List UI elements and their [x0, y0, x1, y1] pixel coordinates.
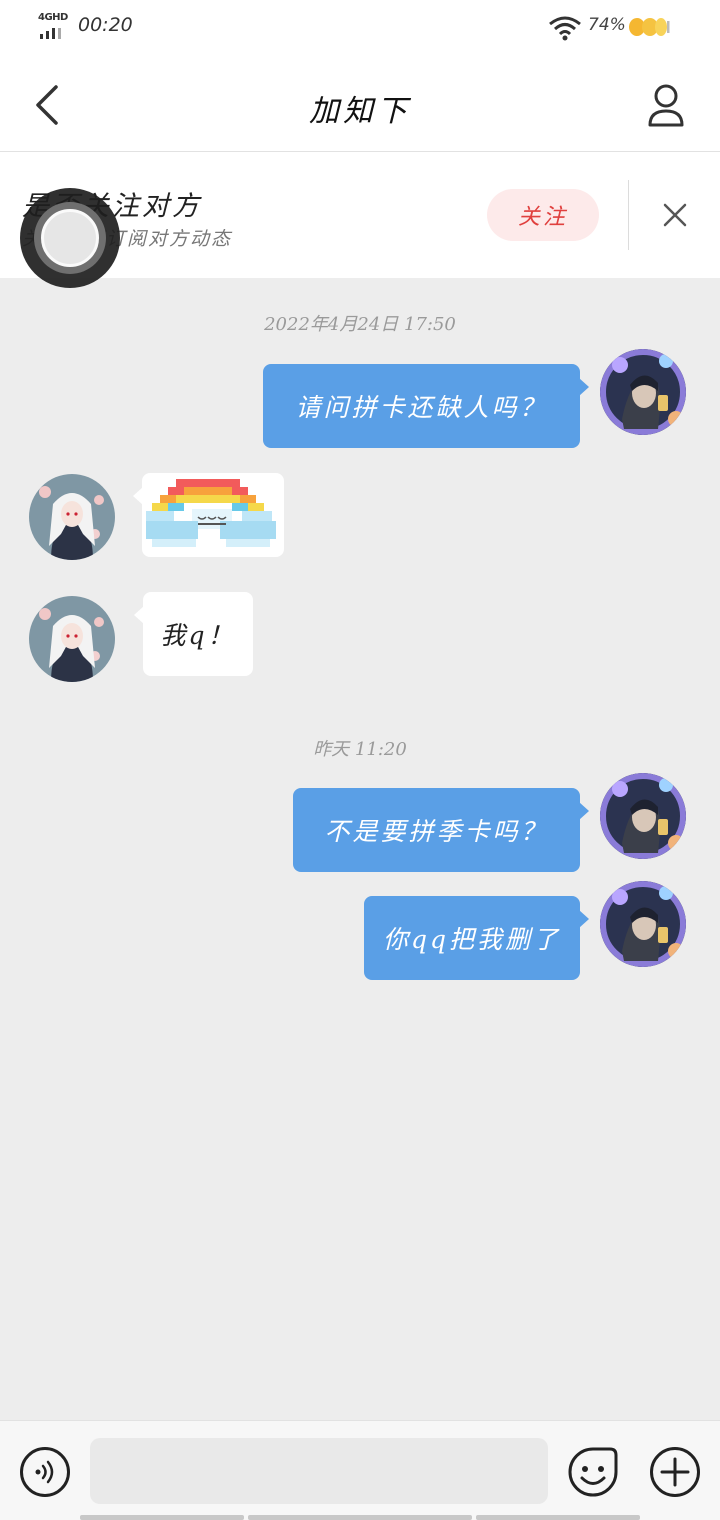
avatar-image — [29, 596, 115, 682]
avatar-image — [600, 881, 686, 967]
banner-close-button[interactable] — [650, 190, 700, 240]
voice-button[interactable] — [20, 1447, 70, 1497]
follow-button[interactable]: 关注 — [487, 189, 599, 241]
person-icon — [648, 84, 684, 127]
profile-button[interactable] — [640, 80, 692, 132]
battery-icon — [629, 18, 670, 36]
close-icon — [663, 203, 687, 227]
voice-icon — [35, 1460, 54, 1484]
my-avatar[interactable] — [600, 881, 686, 967]
contact-avatar[interactable] — [29, 474, 115, 560]
nav-gesture-bar — [476, 1515, 640, 1520]
sticker-message-rainbow[interactable] — [133, 473, 284, 557]
avatar-image — [29, 474, 115, 560]
chat-area[interactable]: 2022年4月24日 17:50 请问拼卡还缺人吗？ 我q！ 昨天 11:20 … — [0, 278, 720, 1420]
avatar-image — [600, 349, 686, 435]
rainbow-sticker — [146, 479, 276, 547]
page-title: 加知下 — [309, 94, 411, 129]
contact-avatar[interactable] — [29, 596, 115, 682]
message-bubble-outgoing[interactable]: 不是要拼季卡吗？ — [293, 788, 589, 872]
my-avatar[interactable] — [600, 349, 686, 435]
message-bubble-outgoing[interactable]: 请问拼卡还缺人吗？ — [263, 364, 589, 448]
nav-gesture-bar — [80, 1515, 244, 1520]
nav-gesture-bar — [248, 1515, 472, 1520]
message-timestamp: 昨天 11:20 — [313, 739, 407, 760]
status-time: 00:20 — [78, 14, 133, 36]
battery-percent: 74% — [588, 15, 626, 35]
emoji-icon[interactable] — [566, 1445, 620, 1499]
my-avatar[interactable] — [600, 773, 686, 859]
message-input[interactable] — [90, 1438, 548, 1504]
plus-button[interactable] — [650, 1447, 700, 1497]
message-timestamp: 2022年4月24日 17:50 — [264, 314, 456, 335]
input-bar — [0, 1420, 720, 1520]
banner-divider — [628, 180, 629, 250]
plus-icon — [660, 1457, 690, 1487]
message-bubble-incoming[interactable]: 我q！ — [134, 592, 253, 676]
floating-assistive-button[interactable] — [20, 188, 120, 288]
message-bubble-outgoing[interactable]: 你qq把我删了 — [364, 896, 589, 980]
avatar-image — [600, 773, 686, 859]
status-bar: 4GHD 00:20 74% — [0, 0, 720, 56]
cellular-signal-icon: 4GHD — [38, 12, 70, 40]
network-type: 4GHD — [38, 12, 68, 23]
title-bar: 加知下 — [0, 56, 720, 152]
wifi-icon — [549, 16, 581, 41]
